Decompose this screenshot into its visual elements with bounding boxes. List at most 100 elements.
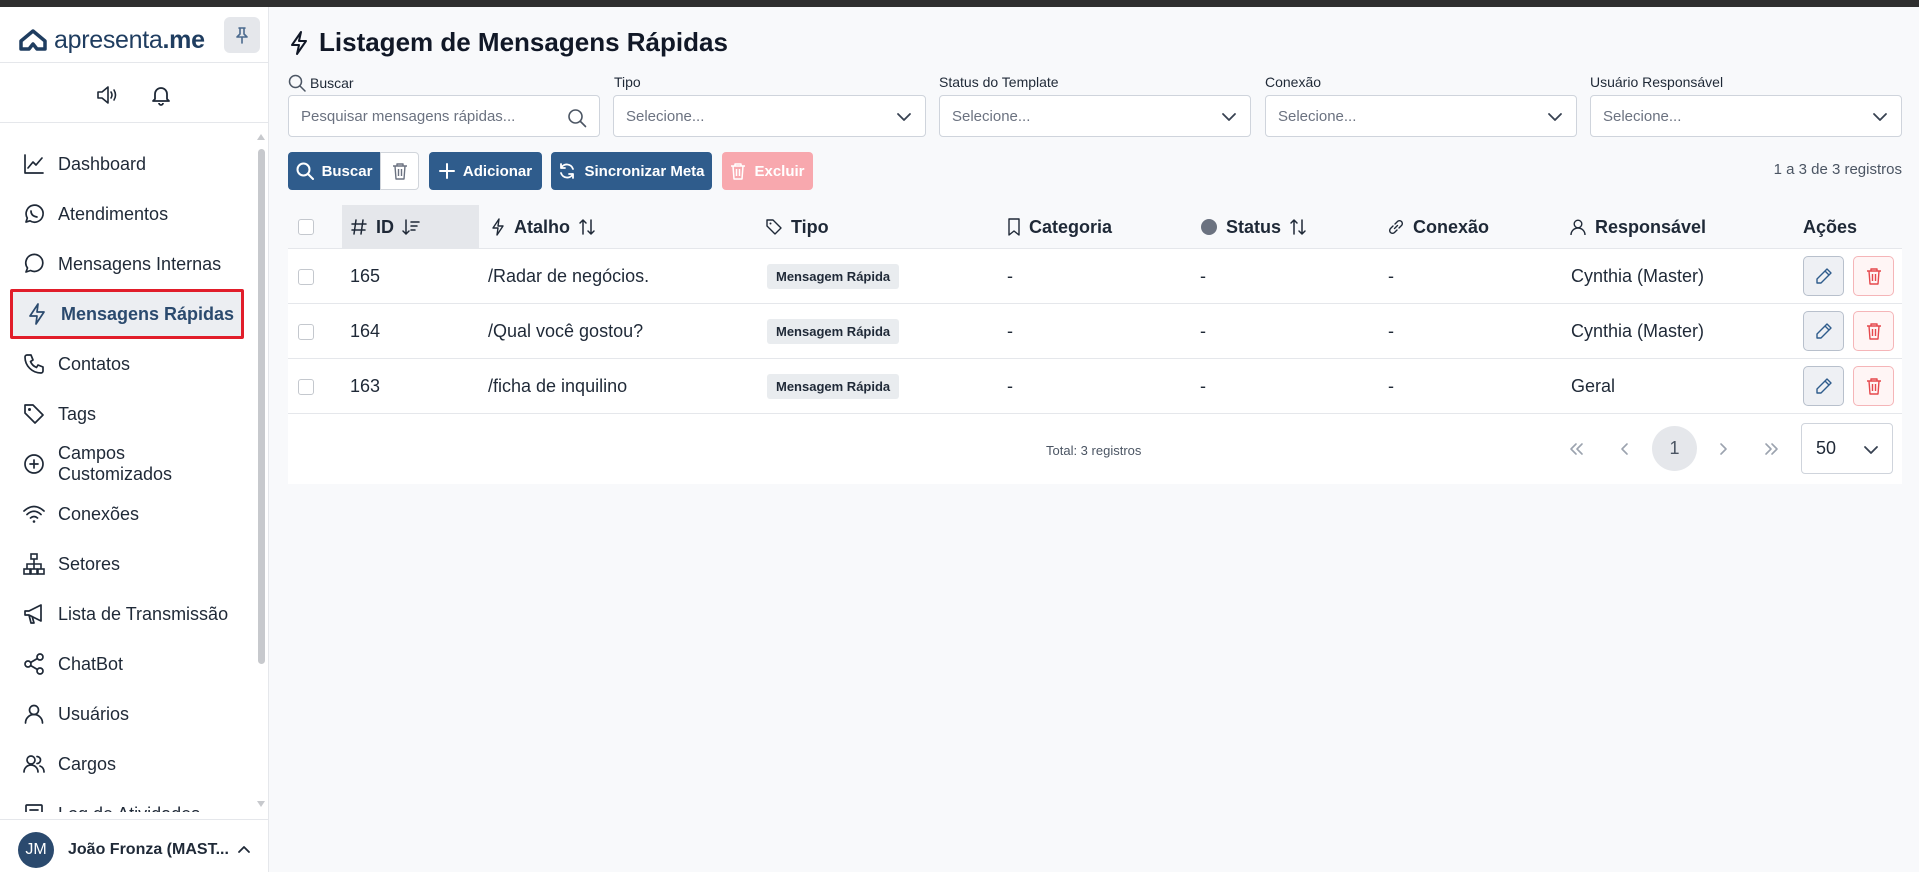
pin-sidebar-button[interactable] (224, 17, 260, 53)
plus-icon (438, 163, 455, 179)
sidebar-item-chatbot[interactable]: ChatBot (10, 639, 244, 689)
delete-button[interactable] (1853, 366, 1894, 406)
search-icon[interactable] (567, 108, 587, 128)
column-atalho-label: Atalho (514, 216, 570, 237)
trash-icon (731, 163, 746, 180)
plus-circle-icon (24, 454, 44, 474)
phone-icon (24, 354, 44, 374)
prev-page-button[interactable] (1614, 438, 1636, 460)
table-row[interactable]: 163 /ficha de inquilino Mensagem Rápida … (288, 359, 1902, 414)
search-placeholder: Pesquisar mensagens rápidas... (301, 107, 516, 125)
page-title: Listagem de Mensagens Rápidas (289, 27, 728, 58)
sidebar-item-conexoes[interactable]: Conexões (10, 489, 244, 539)
column-status[interactable]: Status (1200, 205, 1315, 249)
next-page-button[interactable] (1712, 438, 1734, 460)
delete-button[interactable] (1853, 311, 1894, 351)
share-icon (24, 653, 44, 675)
first-page-button[interactable] (1565, 438, 1587, 460)
delete-button[interactable] (1853, 256, 1894, 296)
log-icon (25, 804, 43, 812)
cell-status: - (1200, 266, 1206, 286)
lightning-icon (492, 218, 504, 236)
sidebar-item-label: Usuários (58, 703, 130, 724)
cell-responsavel: Cynthia (Master) (1571, 321, 1705, 341)
sidebar-item-atendimentos[interactable]: Atendimentos (10, 189, 244, 239)
row-checkbox[interactable] (298, 269, 314, 285)
sidebar-scrollbar[interactable] (258, 149, 265, 664)
sidebar-item-lista-transmissao[interactable]: Lista de Transmissão (10, 589, 244, 639)
trash-icon (392, 163, 407, 180)
cell-conexao: - (1388, 321, 1394, 341)
tipo-select[interactable]: Selecione... (613, 95, 926, 137)
sidebar-item-tags[interactable]: Tags (10, 389, 244, 439)
current-page-button[interactable]: 1 (1652, 426, 1697, 471)
column-tipo: Tipo (765, 205, 829, 249)
sidebar-item-label: Cargos (58, 753, 117, 774)
app-logo[interactable]: apresenta.me (18, 20, 205, 60)
pencil-icon (1815, 378, 1832, 394)
cell-atalho: /Qual você gostou? (488, 321, 644, 341)
sidebar-item-label: ChatBot (58, 653, 124, 674)
avatar: JM (18, 831, 54, 868)
table-row[interactable]: 165 /Radar de negócios. Mensagem Rápida … (288, 249, 1902, 304)
scroll-down-arrow[interactable] (257, 801, 265, 807)
excluir-button[interactable]: Excluir (722, 152, 813, 190)
sidebar-item-mensagens-internas[interactable]: Mensagens Internas (10, 239, 244, 289)
sidebar-quick-actions (0, 83, 268, 107)
sidebar-item-log-atividades[interactable]: Log de Atividades (10, 789, 244, 812)
adicionar-label: Adicionar (462, 162, 533, 180)
usuario-responsavel-select[interactable]: Selecione... (1590, 95, 1902, 137)
chevron-down-icon (1222, 113, 1236, 121)
chevron-left-icon (1621, 443, 1628, 455)
edit-button[interactable] (1803, 256, 1844, 296)
sidebar-item-dashboard[interactable]: Dashboard (10, 139, 244, 189)
sidebar-item-label: Setores (58, 553, 121, 574)
column-id-label: ID (376, 216, 394, 237)
sidebar-nav: Dashboard Atendimentos Mensagens Interna… (0, 139, 258, 812)
column-atalho[interactable]: Atalho (490, 205, 604, 249)
row-checkbox[interactable] (298, 379, 314, 395)
cell-categoria: - (1007, 321, 1013, 341)
status-template-select[interactable]: Selecione... (939, 95, 1251, 137)
chat-bubble-icon (24, 253, 44, 273)
scroll-up-arrow[interactable] (257, 134, 265, 140)
usuario-select-value: Selecione... (1603, 107, 1682, 125)
column-conexao-label: Conexão (1413, 216, 1490, 237)
adicionar-button[interactable]: Adicionar (429, 152, 542, 190)
trash-icon (1866, 323, 1881, 340)
sidebar-item-mensagens-rapidas[interactable]: Mensagens Rápidas (10, 289, 244, 339)
buscar-label: Buscar (321, 162, 373, 180)
sidebar-item-usuarios[interactable]: Usuários (10, 689, 244, 739)
sidebar-item-cargos[interactable]: Cargos (10, 739, 244, 789)
speaker-icon[interactable] (95, 83, 119, 107)
column-id[interactable]: ID (350, 205, 428, 249)
last-page-button[interactable] (1761, 438, 1783, 460)
buscar-button[interactable]: Buscar (288, 152, 380, 190)
conexao-select[interactable]: Selecione... (1265, 95, 1577, 137)
bookmark-icon (1008, 218, 1020, 236)
user-icon (1570, 219, 1586, 236)
total-records: Total: 3 registros (1046, 443, 1142, 458)
user-menu[interactable]: JM João Fronza (MAST... (0, 819, 268, 872)
edit-button[interactable] (1803, 311, 1844, 351)
sincronizar-meta-button[interactable]: Sincronizar Meta (551, 152, 712, 190)
column-tipo-label: Tipo (791, 216, 829, 237)
per-page-select[interactable]: 50 (1801, 423, 1893, 474)
table-row[interactable]: 164 /Qual você gostou? Mensagem Rápida -… (288, 304, 1902, 359)
pin-icon (236, 27, 248, 44)
select-all-checkbox[interactable] (298, 219, 314, 235)
column-responsavel: Responsável (1569, 205, 1706, 249)
status-dot-icon (1201, 219, 1217, 235)
row-checkbox[interactable] (298, 324, 314, 340)
per-page-value: 50 (1816, 438, 1837, 458)
bell-icon[interactable] (149, 83, 173, 107)
clear-filters-button[interactable] (380, 152, 419, 190)
sidebar-item-label: Contatos (58, 353, 131, 374)
search-input[interactable]: Pesquisar mensagens rápidas... (288, 95, 600, 137)
sidebar-item-setores[interactable]: Setores (10, 539, 244, 589)
sidebar-item-contatos[interactable]: Contatos (10, 339, 244, 389)
edit-button[interactable] (1803, 366, 1844, 406)
sidebar-item-campos-customizados[interactable]: Campos Customizados (10, 439, 244, 489)
search-label: Buscar (288, 74, 354, 92)
cell-atalho: /ficha de inquilino (488, 376, 628, 396)
